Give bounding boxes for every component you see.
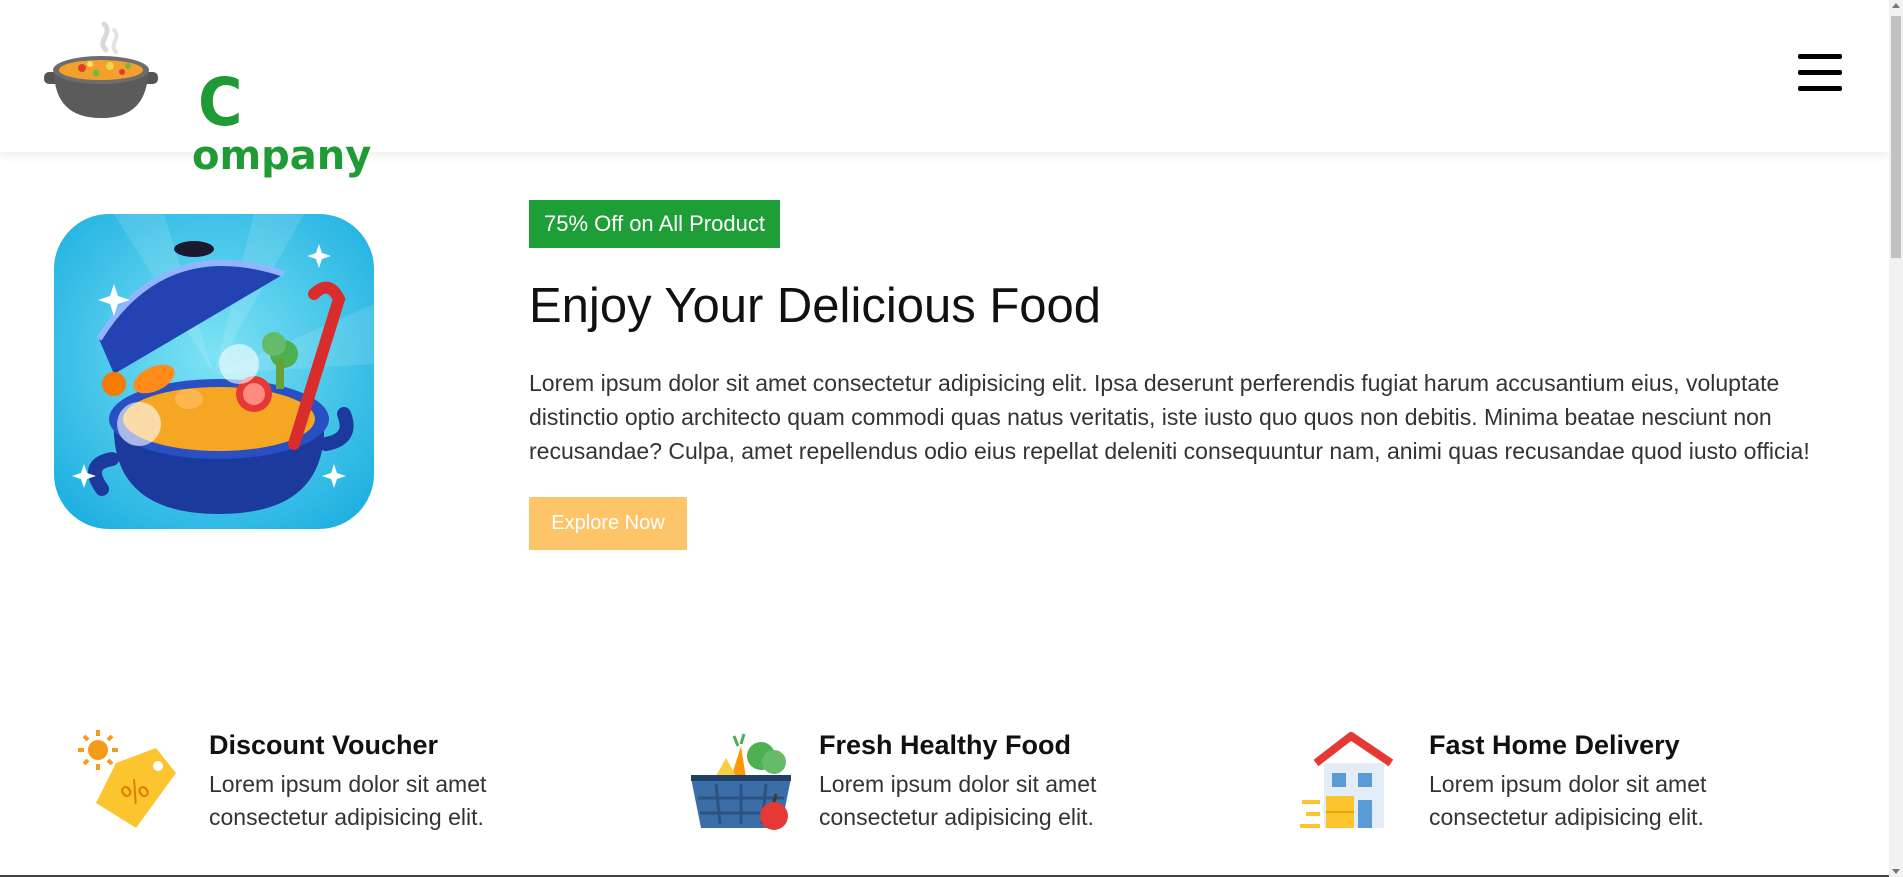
- feature-discount-voucher: % Discount Voucher Lorem ipsum dolor sit…: [76, 728, 636, 838]
- company-logo[interactable]: Company: [44, 20, 371, 176]
- discount-tag-icon: %: [78, 730, 176, 828]
- soup-pot-icon: [44, 21, 158, 118]
- feature-title: Fresh Healthy Food: [819, 730, 1072, 760]
- logo-letter: C: [198, 64, 243, 141]
- scroll-up-arrow-icon[interactable]: [1892, 3, 1900, 8]
- feature-title: Fast Home Delivery: [1429, 730, 1680, 760]
- feature-description: Lorem ipsum dolor sit amet consectetur a…: [209, 771, 487, 830]
- logo-wordmark: Company: [192, 64, 371, 177]
- logo-text-rest: ompany: [192, 133, 372, 179]
- hamburger-menu-icon[interactable]: [1798, 54, 1842, 92]
- feature-title: Discount Voucher: [209, 730, 439, 760]
- feature-fast-home-delivery: Fast Home Delivery Lorem ipsum dolor sit…: [1296, 728, 1856, 838]
- discount-badge: 75% Off on All Product: [529, 200, 780, 248]
- grocery-basket-icon: [691, 733, 791, 830]
- delivery-house-icon: [1300, 732, 1394, 828]
- feature-description: Lorem ipsum dolor sit amet consectetur a…: [1429, 771, 1707, 830]
- site-header: Company: [0, 0, 1889, 176]
- hero-title: Enjoy Your Delicious Food: [529, 279, 1102, 333]
- hero-description: Lorem ipsum dolor sit amet consectetur a…: [529, 370, 1810, 464]
- vertical-scrollbar[interactable]: [1889, 0, 1903, 877]
- explore-now-button[interactable]: Explore Now: [529, 497, 687, 550]
- scroll-down-arrow-icon[interactable]: [1892, 869, 1900, 874]
- feature-description: Lorem ipsum dolor sit amet consectetur a…: [819, 771, 1097, 830]
- feature-fresh-healthy-food: Fresh Healthy Food Lorem ipsum dolor sit…: [686, 728, 1246, 838]
- scrollbar-thumb[interactable]: [1891, 16, 1901, 258]
- cooking-pot-icon: [54, 214, 374, 529]
